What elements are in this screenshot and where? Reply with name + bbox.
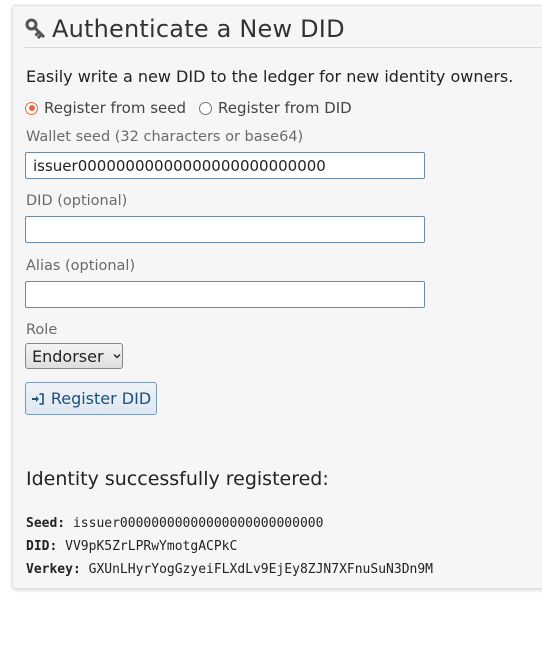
radio-register-from-seed[interactable]: Register from seed [25,99,186,117]
did-input[interactable] [25,216,425,243]
result-verkey-row: Verkey: GXUnLHyrYogGzyeiFLXdLv9EjEy8ZJN7… [26,562,433,577]
wallet-seed-input[interactable]: issuer00000000000000000000000000 [25,152,425,179]
intro-text: Easily write a new DID to the ledger for… [26,67,514,86]
radio-label-seed: Register from seed [44,99,186,117]
role-selected-value: Endorser [32,346,104,366]
result-did-row: DID: VV9pK5ZrLPRwYmotgACPkC [26,539,237,554]
radio-label-did: Register from DID [218,99,352,117]
sign-in-icon [31,392,44,405]
result-seed-row: Seed: issuer00000000000000000000000000 [26,516,323,531]
key-icon [25,18,45,40]
role-select[interactable]: Endorser [25,343,123,369]
chevron-down-icon [113,354,121,359]
radio-unchecked-icon[interactable] [199,101,212,115]
result-seed-value: issuer00000000000000000000000000 [72,516,324,531]
register-mode-group: Register from seed Register from DID [25,99,365,117]
result-verkey-key: Verkey: [26,562,81,577]
register-did-button[interactable]: Register DID [25,382,157,415]
result-verkey-value: GXUnLHyrYogGzyeiFLXdLv9EjEy8ZJN7XFnuSuN3… [88,562,433,577]
result-title: Identity successfully registered: [26,468,329,490]
register-did-label: Register DID [50,389,152,408]
role-label: Role [26,322,58,338]
alias-input[interactable] [25,281,425,308]
result-seed-key: Seed: [26,516,66,531]
wallet-seed-label: Wallet seed (32 characters or base64) [26,129,304,145]
radio-register-from-did[interactable]: Register from DID [199,99,352,117]
did-label: DID (optional) [26,193,128,209]
result-did-key: DID: [26,539,58,554]
panel-header: Authenticate a New DID [25,15,345,43]
alias-label: Alias (optional) [26,258,136,274]
radio-checked-icon[interactable] [25,101,38,115]
result-did-value: VV9pK5ZrLPRwYmotgACPkC [65,539,238,554]
header-divider [25,47,542,48]
page-title: Authenticate a New DID [52,15,345,43]
